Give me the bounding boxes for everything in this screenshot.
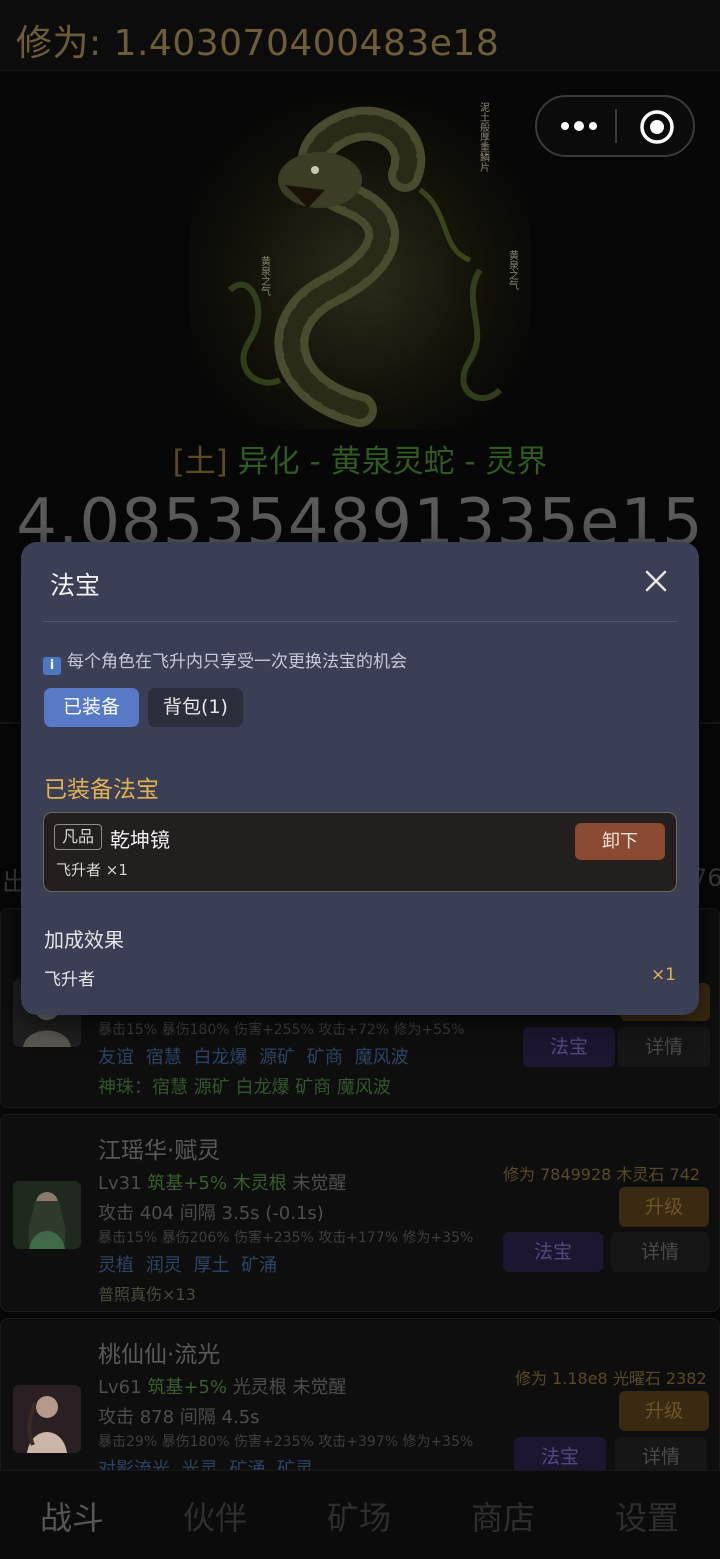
modal-title: 法宝 [50,571,101,600]
modal-divider [43,621,677,622]
miniprogram-capsule [535,95,695,157]
nav-shop[interactable]: 商店 [471,1493,535,1539]
character-name: 江瑶华·赋灵 [98,1138,221,1164]
character-skills: 灵植 润灵 厚土 矿涌 [98,1255,278,1276]
effect-value: ×1 [650,965,676,985]
item-name: 乾坤镜 [110,828,170,852]
monster-artwork: 泥土般厚重鳞片 黄泉之气 黄泉之气 [190,90,530,430]
character-level-line: Lv61 筑基+5% 光灵根 未觉醒 [98,1373,346,1399]
upgrade-cost: 修为 7849928 木灵石 742 [503,1165,701,1184]
upgrade-button[interactable]: 升级 [619,1187,709,1227]
monster-name: 异化 - 黄泉灵蛇 - 灵界 [237,444,548,480]
character-root: 木灵根 [232,1173,287,1194]
character-avatar [13,1385,81,1453]
art-side-left: 黄泉之气 [259,255,271,296]
effect-name: 飞升者 [44,970,95,990]
character-skills: 友谊 宿慧 白龙爆 源矿 矿商 魔风波 [98,1047,409,1068]
bottom-nav: 战斗 伙伴 矿场 商店 设置 [0,1470,720,1559]
upgrade-button[interactable]: 升级 [619,1391,709,1431]
top-bar: 修为: 1.403070400483e18 [0,0,720,71]
character-name: 桃仙仙·流光 [98,1342,221,1368]
nav-settings[interactable]: 设置 [615,1493,679,1539]
character-attack: 攻击 404 间隔 3.5s (-0.1s) [98,1203,324,1224]
character-level: Lv61 [98,1377,142,1398]
character-card: 江瑶华·赋灵 Lv31 筑基+5% 木灵根 未觉醒 攻击 404 间隔 3.5s… [0,1114,720,1312]
fabao-button[interactable]: 法宝 [523,1027,615,1067]
record-target-icon[interactable] [639,109,675,145]
detail-button[interactable]: 详情 [618,1027,710,1067]
more-dots-icon[interactable] [557,111,601,141]
tab-equipped[interactable]: 已装备 [44,688,139,727]
monster-title: [土] 异化 - 黄泉灵蛇 - 灵界 [0,436,720,481]
character-awaken: 未觉醒 [292,1377,347,1398]
character-awaken: 未觉醒 [292,1173,347,1194]
tab-bag[interactable]: 背包(1) [148,688,243,727]
character-stats: 暴击15% 暴伤180% 伤害+255% 攻击+72% 修为+55% [98,1022,465,1038]
detail-button[interactable]: 详情 [611,1232,709,1272]
character-realm: 筑基+5% [147,1377,227,1398]
info-notice: i 每个角色在飞升内只享受一次更换法宝的机会 [43,647,407,675]
character-pearls: 神珠：宿慧 源矿 白龙爆 矿商 魔风波 [98,1077,391,1098]
unequip-button[interactable]: 卸下 [575,823,665,860]
close-icon[interactable] [643,568,669,594]
info-text: 每个角色在飞升内只享受一次更换法宝的机会 [67,652,407,672]
nav-mine[interactable]: 矿场 [327,1493,391,1539]
upgrade-cost: 修为 1.18e8 光曜石 2382 [515,1369,707,1388]
fabao-modal: 法宝 i 每个角色在飞升内只享受一次更换法宝的机会 已装备 背包(1) 已装备法宝… [21,542,699,1015]
character-attack: 攻击 878 间隔 4.5s [98,1407,260,1428]
effect-title: 加成效果 [44,928,124,952]
rarity-badge: 凡品 [54,824,103,850]
character-card: 桃仙仙·流光 Lv61 筑基+5% 光灵根 未觉醒 攻击 878 间隔 4.5s… [0,1318,720,1488]
character-root: 光灵根 [232,1377,287,1398]
character-avatar [13,1181,81,1249]
art-side-right: 黄泉之气 [507,249,519,290]
character-stats: 暴击15% 暴伤206% 伤害+235% 攻击+177% 修为+35% [98,1230,474,1246]
art-caption: 泥土般厚重鳞片 [478,101,490,173]
cultivation-total: 修为: 1.403070400483e18 [16,23,500,64]
nav-partners[interactable]: 伙伴 [183,1493,247,1539]
character-level: Lv31 [98,1173,142,1194]
item-bonus: 飞升者 ×1 [56,861,128,879]
character-level-line: Lv31 筑基+5% 木灵根 未觉醒 [98,1169,346,1195]
character-realm: 筑基+5% [147,1173,227,1194]
fabao-button[interactable]: 法宝 [503,1232,603,1272]
nav-battle[interactable]: 战斗 [40,1493,104,1539]
character-note: 普照真伤×13 [98,1285,196,1304]
monster-element: [土] [172,444,228,480]
info-icon: i [43,657,61,675]
capsule-divider [615,109,617,143]
character-stats: 暴击29% 暴伤180% 伤害+235% 攻击+397% 修为+35% [98,1434,474,1450]
equipped-section-title: 已装备法宝 [44,777,159,803]
equipped-item: 凡品 乾坤镜 飞升者 ×1 卸下 [43,812,677,892]
